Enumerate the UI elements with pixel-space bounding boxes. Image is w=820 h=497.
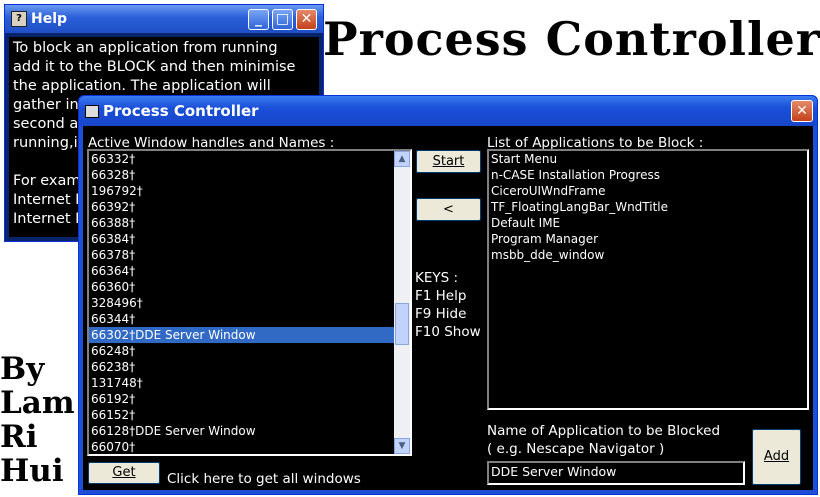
active-window-item[interactable]: 66332† — [89, 151, 410, 167]
active-window-item[interactable]: 66302†DDE Server Window — [89, 327, 410, 343]
get-hint: Click here to get all windows — [167, 471, 361, 487]
help-line: To block an application from running — [13, 40, 278, 56]
banner-title: Process Controller — [323, 12, 820, 66]
help-line: the application. The application will — [13, 78, 271, 94]
author-line: Lam — [0, 385, 75, 421]
key-help: F1 Help — [415, 288, 467, 304]
keys-heading: KEYS : — [415, 270, 459, 286]
key-show: F10 Show — [415, 324, 481, 340]
key-hide: F9 Hide — [415, 306, 467, 322]
main-window: Process Controller ✕ Active Window handl… — [78, 95, 818, 495]
maximize-button[interactable]: □ — [272, 9, 293, 30]
main-close-button[interactable]: ✕ — [791, 100, 813, 122]
start-button-label: Start — [432, 154, 465, 169]
blocked-app-item[interactable]: msbb_dde_window — [489, 247, 807, 263]
blocked-app-item[interactable]: CiceroUIWndFrame — [489, 183, 807, 199]
author-line: Ri — [0, 419, 38, 455]
active-window-item[interactable]: 66344† — [89, 311, 410, 327]
scroll-thumb[interactable] — [395, 303, 409, 345]
help-line: add it to the BLOCK and then minimise — [13, 59, 296, 75]
blocked-app-item[interactable]: Default IME — [489, 215, 807, 231]
active-window-item[interactable]: 66248† — [89, 343, 410, 359]
get-button-label: Get — [112, 465, 136, 480]
help-title: Help — [31, 11, 68, 27]
client-area: Active Window handles and Names : 66332†… — [83, 126, 813, 490]
active-window-item[interactable]: 66192† — [89, 391, 410, 407]
name-field-label: Name of Application to be Blocked — [487, 423, 721, 439]
main-titlebar[interactable]: Process Controller ✕ — [79, 96, 817, 126]
active-window-item[interactable]: 66388† — [89, 215, 410, 231]
active-windows-list[interactable]: 66332† 66328† 196792† 66392† 66388† 66384† 663… — [87, 149, 412, 456]
author-credit: By Lam Ri Hui — [0, 352, 75, 488]
add-button[interactable]: Add — [752, 429, 801, 485]
author-line: Hui — [0, 453, 64, 489]
author-line: By — [0, 351, 45, 387]
help-titlebar[interactable]: ? Help _ □ ✕ — [5, 5, 323, 33]
main-title: Process Controller — [103, 102, 259, 120]
minimize-button[interactable]: _ — [248, 9, 269, 30]
blocked-app-item[interactable]: TF_FloatingLangBar_WndTitle — [489, 199, 807, 215]
scroll-down-arrow[interactable]: ▼ — [394, 438, 410, 454]
active-window-item[interactable]: 131748† — [89, 375, 410, 391]
get-button[interactable]: Get — [88, 462, 160, 484]
active-window-item[interactable]: 66378† — [89, 247, 410, 263]
name-field-example: ( e.g. Nescape Navigator ) — [487, 441, 665, 457]
active-window-item[interactable]: 66238† — [89, 359, 410, 375]
move-left-button[interactable]: < — [416, 198, 481, 221]
start-button[interactable]: Start — [416, 150, 481, 173]
app-name-field[interactable]: DDE Server Window — [487, 461, 745, 485]
active-window-item[interactable]: 66360† — [89, 279, 410, 295]
active-window-item[interactable]: 196792† — [89, 183, 410, 199]
active-window-item[interactable]: 66392† — [89, 199, 410, 215]
blocked-app-item[interactable]: n-CASE Installation Progress — [489, 167, 807, 183]
help-app-icon: ? — [11, 11, 27, 27]
app-icon — [85, 105, 99, 118]
active-window-item[interactable]: 66384† — [89, 231, 410, 247]
active-window-item[interactable]: 66328† — [89, 167, 410, 183]
active-window-item[interactable]: 66152† — [89, 407, 410, 423]
blocked-app-item[interactable]: Program Manager — [489, 231, 807, 247]
scroll-up-arrow[interactable]: ▲ — [394, 151, 410, 167]
active-window-item[interactable]: 328496† — [89, 295, 410, 311]
active-window-item[interactable]: 66128†DDE Server Window — [89, 423, 410, 439]
blocked-apps-list[interactable]: Start Menu n-CASE Installation Progress Ci… — [487, 149, 809, 410]
blocked-app-item[interactable]: Start Menu — [489, 151, 807, 167]
active-window-item[interactable]: 66070† — [89, 439, 410, 454]
add-button-label: Add — [763, 449, 790, 464]
active-window-item[interactable]: 66364† — [89, 263, 410, 279]
active-list-scrollbar[interactable]: ▲ ▼ — [394, 151, 410, 454]
help-close-button[interactable]: ✕ — [296, 9, 317, 30]
